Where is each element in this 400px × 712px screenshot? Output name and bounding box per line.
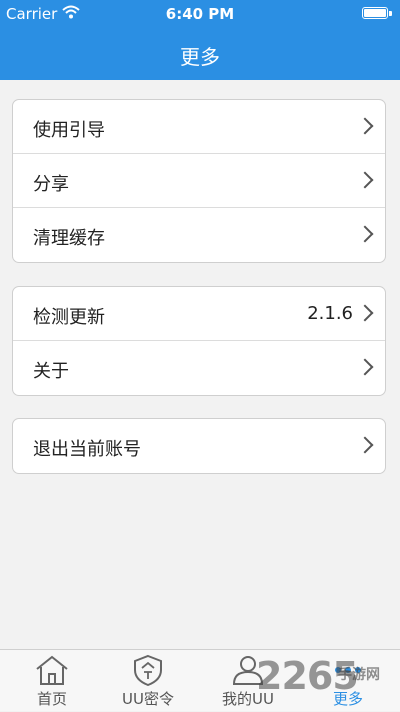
watermark-site: 手游网 xyxy=(338,667,380,683)
status-time: 6:40 PM xyxy=(165,5,235,23)
menu-item-label: 分享 xyxy=(33,174,69,195)
settings-group-2: 检测更新 2.1.6 关于 xyxy=(12,286,386,396)
menu-item-label: 退出当前账号 xyxy=(33,439,141,460)
chevron-right-icon xyxy=(356,304,374,322)
menu-item-clear-cache[interactable]: 清理缓存 xyxy=(13,208,385,262)
status-bar: Carrier 6:40 PM xyxy=(0,0,400,28)
page-title: 更多 xyxy=(180,45,220,69)
menu-item-label: 使用引导 xyxy=(33,120,105,141)
menu-item-guide[interactable]: 使用引导 xyxy=(13,100,385,154)
chevron-right-icon xyxy=(356,225,374,243)
header-bar: Carrier 6:40 PM 更多 xyxy=(0,0,400,80)
menu-item-share[interactable]: 分享 xyxy=(13,154,385,208)
menu-item-logout[interactable]: 退出当前账号 xyxy=(13,419,385,473)
settings-group-3: 退出当前账号 xyxy=(12,418,386,474)
menu-item-label: 检测更新 xyxy=(33,307,105,328)
shield-icon xyxy=(130,654,166,687)
chevron-right-icon xyxy=(356,358,374,376)
chevron-right-icon xyxy=(356,117,374,135)
watermark-logo: 2265 手游网 xyxy=(256,652,400,702)
settings-group-1: 使用引导 分享 清理缓存 xyxy=(12,99,386,263)
tab-label: 首页 xyxy=(36,690,67,708)
home-icon xyxy=(34,654,70,686)
menu-item-about[interactable]: 关于 xyxy=(13,341,385,395)
menu-item-label: 清理缓存 xyxy=(33,228,105,249)
tab-uu-code[interactable]: UU密令 xyxy=(98,650,198,712)
tab-label: UU密令 xyxy=(122,690,174,708)
menu-item-check-update[interactable]: 检测更新 2.1.6 xyxy=(13,287,385,341)
chevron-right-icon xyxy=(356,436,374,454)
battery-icon xyxy=(362,7,392,19)
menu-item-label: 关于 xyxy=(33,361,69,382)
version-value: 2.1.6 xyxy=(307,303,353,324)
tab-home[interactable]: 首页 xyxy=(2,650,102,712)
chevron-right-icon xyxy=(356,171,374,189)
